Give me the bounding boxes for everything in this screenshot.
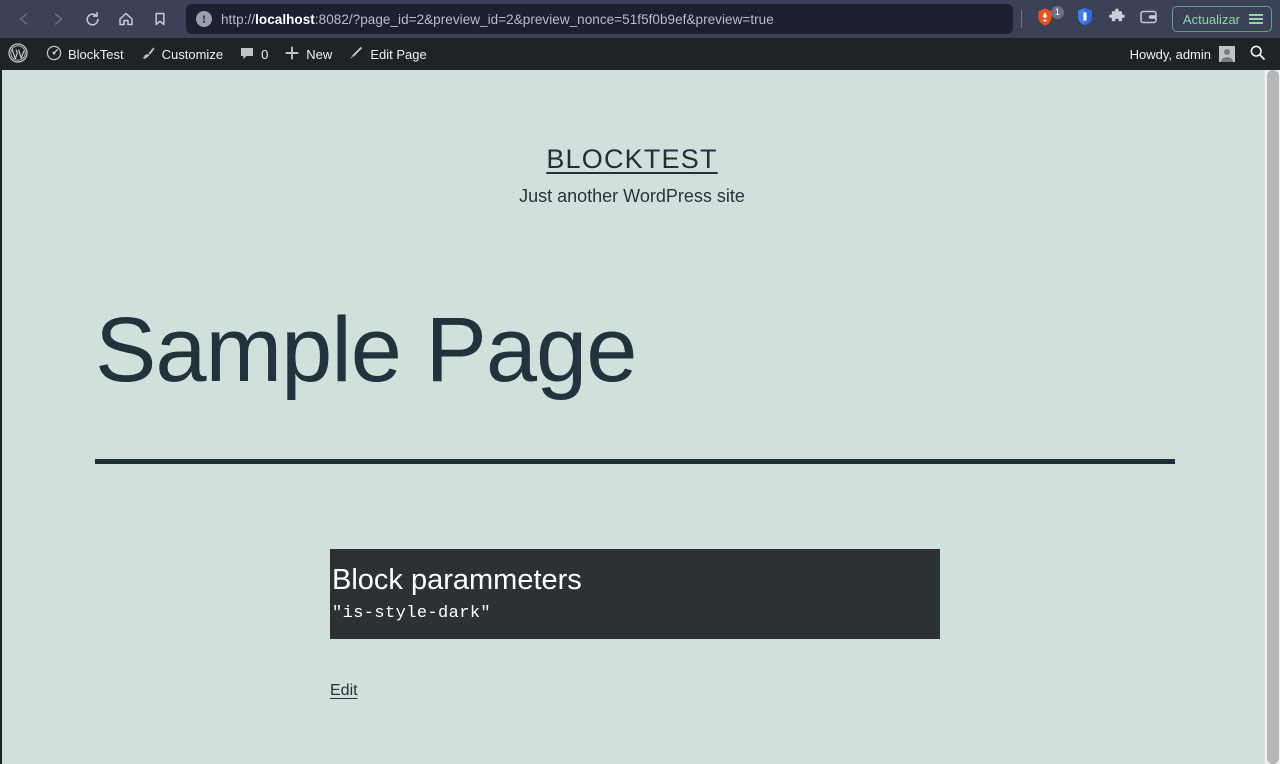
paintbrush-icon xyxy=(140,45,156,64)
site-info-icon[interactable]: ! xyxy=(196,11,212,27)
hamburger-menu-icon[interactable] xyxy=(1249,14,1263,24)
brave-badge-count: 1 xyxy=(1050,6,1064,19)
back-button[interactable] xyxy=(8,4,40,34)
adminbar-search-button[interactable] xyxy=(1243,44,1280,64)
adminbar-comment-count: 0 xyxy=(261,46,269,62)
block-style-code: "is-style-dark" xyxy=(332,603,492,623)
adminbar-wp-logo[interactable] xyxy=(0,38,38,70)
adminbar-howdy-label: Howdy, admin xyxy=(1129,46,1211,62)
adminbar-item-edit-page[interactable]: Edit Page xyxy=(340,38,434,70)
scrollbar-thumb[interactable] xyxy=(1267,70,1279,764)
home-button[interactable] xyxy=(110,4,142,34)
brave-shield-icon xyxy=(1076,7,1094,31)
toolbar-divider xyxy=(1020,10,1022,28)
site-tagline: Just another WordPress site xyxy=(519,186,745,206)
extensions-button[interactable] xyxy=(1102,4,1132,34)
home-icon xyxy=(117,10,135,28)
adminbar-account-menu[interactable]: Howdy, admin xyxy=(1122,46,1243,62)
adminbar-right-group: Howdy, admin xyxy=(1122,38,1280,70)
page-viewport: BLOCKTEST Just another WordPress site Sa… xyxy=(0,70,1262,764)
comment-bubble-icon xyxy=(239,45,255,64)
bookmark-icon xyxy=(152,11,168,27)
adminbar-item-new[interactable]: New xyxy=(276,38,340,70)
browser-actions: 1 Actualizar xyxy=(1019,4,1272,34)
extensions-puzzle-icon xyxy=(1108,8,1126,31)
dashboard-speedometer-icon xyxy=(46,45,62,64)
brave-rewards-button[interactable]: 1 xyxy=(1030,4,1064,34)
url-bar[interactable]: ! http://localhost:8082/?page_id=2&previ… xyxy=(186,4,1013,34)
reload-button[interactable] xyxy=(76,4,108,34)
browser-window: ! http://localhost:8082/?page_id=2&previ… xyxy=(0,0,1280,764)
edit-page-link[interactable]: Edit xyxy=(330,682,358,700)
adminbar-edit-page-label: Edit Page xyxy=(370,46,427,62)
page-content: Sample Page Block parammeters "is-style-… xyxy=(2,302,1262,700)
adminbar-new-label: New xyxy=(306,46,333,62)
back-arrow-icon xyxy=(16,11,32,27)
reload-icon xyxy=(84,11,101,28)
adminbar-site-name-label: BlockTest xyxy=(68,46,124,62)
site-title-link[interactable]: BLOCKTEST xyxy=(546,144,717,175)
update-button-label: Actualizar xyxy=(1182,11,1240,27)
adminbar-customize-label: Customize xyxy=(161,46,224,62)
page-scrollbar[interactable] xyxy=(1264,70,1280,764)
url-text: http://localhost:8082/?page_id=2&preview… xyxy=(221,11,774,27)
plus-icon xyxy=(284,45,300,64)
page-title: Sample Page xyxy=(95,299,637,401)
dark-style-block: Block parammeters "is-style-dark" xyxy=(330,548,940,639)
wordpress-admin-bar: BlockTest Customize 0 New Edit Page Howd… xyxy=(0,38,1280,70)
forward-button[interactable] xyxy=(42,4,74,34)
brave-wallet-button[interactable] xyxy=(1134,4,1164,34)
adminbar-item-site-name[interactable]: BlockTest xyxy=(38,38,132,70)
avatar xyxy=(1219,46,1235,62)
site-header: BLOCKTEST Just another WordPress site xyxy=(2,70,1262,207)
search-magnifier-icon xyxy=(1249,44,1266,64)
block-area: Block parammeters "is-style-dark" xyxy=(95,548,1173,639)
wordpress-logo-icon xyxy=(8,42,28,66)
forward-arrow-icon xyxy=(50,11,66,27)
update-browser-button[interactable]: Actualizar xyxy=(1171,6,1272,32)
adminbar-item-comments[interactable]: 0 xyxy=(231,38,276,70)
horizontal-rule-separator xyxy=(95,458,1175,464)
block-heading: Block parammeters xyxy=(332,563,582,596)
bookmark-button[interactable] xyxy=(144,4,176,34)
pencil-icon xyxy=(348,45,364,64)
url-host: localhost xyxy=(255,11,315,27)
browser-toolbar: ! http://localhost:8082/?page_id=2&previ… xyxy=(0,0,1280,38)
url-path: :8082/?page_id=2&preview_id=2&preview_no… xyxy=(314,11,774,27)
brave-shields-button[interactable] xyxy=(1070,4,1100,34)
navigation-buttons xyxy=(8,4,176,34)
adminbar-item-customize[interactable]: Customize xyxy=(132,38,231,70)
brave-wallet-icon xyxy=(1139,8,1158,30)
